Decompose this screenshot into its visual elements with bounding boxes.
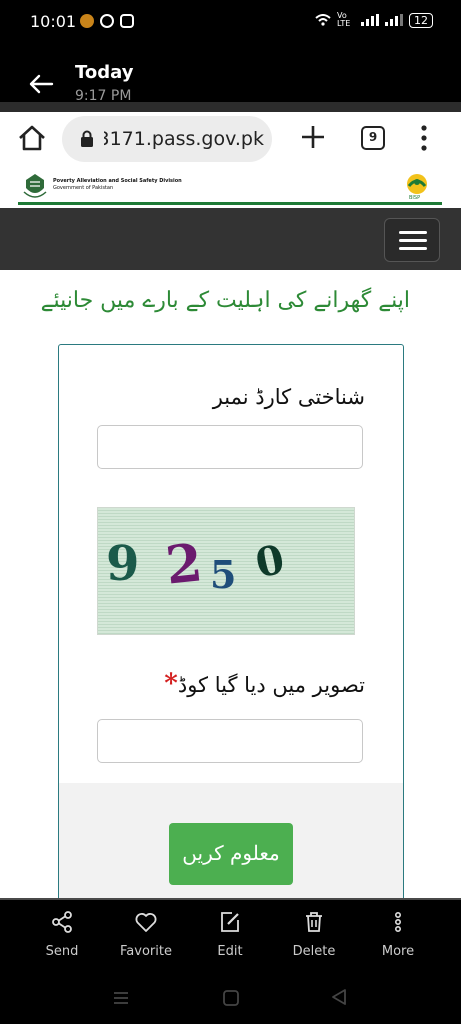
app-notification-icon bbox=[80, 14, 94, 28]
status-right: Vo LTE 12 bbox=[315, 12, 433, 28]
more-action[interactable]: More bbox=[358, 910, 438, 959]
captcha-input[interactable] bbox=[97, 719, 363, 763]
header-divider bbox=[18, 202, 442, 205]
tab-count-button[interactable]: 9 bbox=[361, 126, 385, 150]
system-navigation bbox=[0, 980, 461, 1024]
captcha-label: تصویر میں دیا گیا کوڈ* bbox=[164, 669, 365, 699]
hamburger-line bbox=[399, 239, 427, 242]
captcha-digit: 0 bbox=[251, 535, 289, 588]
status-bar: 10:01 Vo LTE 12 bbox=[0, 0, 461, 46]
captcha-digit: 5 bbox=[210, 552, 237, 597]
instagram-icon bbox=[120, 14, 134, 28]
signal-icon bbox=[361, 14, 379, 26]
header-title: Today bbox=[75, 62, 134, 83]
overflow-menu-icon[interactable] bbox=[418, 124, 430, 152]
new-tab-icon[interactable] bbox=[300, 124, 326, 150]
cnic-label: شناختی کارڈ نمبر bbox=[212, 385, 365, 409]
gov-subtitle: Government of Pakistan bbox=[53, 185, 114, 191]
site-navbar bbox=[0, 208, 461, 270]
signal-icon-2 bbox=[385, 14, 403, 26]
captcha-image: 9 2 5 0 bbox=[97, 507, 355, 635]
bisp-caption: BISP bbox=[409, 195, 421, 201]
send-action[interactable]: Send bbox=[22, 910, 102, 959]
back-arrow-icon[interactable] bbox=[28, 72, 54, 96]
hamburger-line bbox=[399, 231, 427, 234]
status-time: 10:01 bbox=[30, 12, 77, 31]
screenshot-viewer: 3171.pass.gov.pk 9 Poverty Alleviation a… bbox=[0, 102, 461, 922]
favorite-label: Favorite bbox=[120, 944, 172, 959]
heart-icon bbox=[135, 913, 157, 932]
more-label: More bbox=[381, 944, 415, 959]
edit-icon bbox=[221, 912, 239, 932]
site-header: Poverty Alleviation and Social Safety Di… bbox=[0, 168, 461, 206]
screen: 10:01 Vo LTE 12 Today 9:17 PM 3171.pass.… bbox=[0, 0, 461, 1024]
share-icon bbox=[52, 911, 72, 933]
cnic-input[interactable] bbox=[97, 425, 363, 469]
page-heading: اپنے گھرانے کی اہلیت کے بارے میں جانیئے bbox=[40, 288, 410, 313]
messenger-icon bbox=[100, 14, 114, 28]
more-icon bbox=[395, 911, 402, 932]
captcha-digit: 9 bbox=[106, 536, 140, 592]
app-header: Today 9:17 PM bbox=[0, 46, 461, 104]
wifi-icon bbox=[315, 14, 331, 26]
edit-action[interactable]: Edit bbox=[190, 910, 270, 959]
home-icon[interactable] bbox=[17, 124, 47, 152]
browser-toolbar: 3171.pass.gov.pk 9 bbox=[0, 112, 461, 168]
notification-icons bbox=[80, 14, 134, 28]
back-nav-icon[interactable] bbox=[330, 988, 348, 1006]
url-text: 3171.pass.gov.pk bbox=[104, 128, 264, 150]
captcha-label-text: تصویر میں دیا گیا کوڈ bbox=[177, 673, 365, 697]
gov-title: Poverty Alleviation and Social Safety Di… bbox=[53, 178, 182, 184]
delete-label: Delete bbox=[292, 944, 336, 959]
battery-icon: 12 bbox=[409, 12, 433, 28]
send-label: Send bbox=[45, 944, 79, 959]
submit-button[interactable]: معلوم کریں bbox=[169, 823, 293, 885]
required-mark: * bbox=[164, 669, 178, 699]
recent-apps-icon[interactable] bbox=[112, 990, 130, 1006]
favorite-action[interactable]: Favorite bbox=[106, 910, 186, 959]
eligibility-form: شناختی کارڈ نمبر 9 2 5 0 تصویر میں دیا گ… bbox=[58, 344, 404, 912]
action-bar: Send Favorite Edit Delete More bbox=[0, 900, 461, 980]
hamburger-menu-button[interactable] bbox=[384, 218, 440, 262]
government-emblem-icon bbox=[23, 174, 47, 198]
lock-icon bbox=[81, 130, 93, 147]
delete-action[interactable]: Delete bbox=[274, 910, 354, 959]
captcha-digit: 2 bbox=[162, 532, 206, 597]
edit-label: Edit bbox=[217, 944, 243, 959]
volte-label: Vo LTE bbox=[337, 11, 351, 28]
hamburger-line bbox=[399, 247, 427, 250]
url-bar[interactable]: 3171.pass.gov.pk bbox=[62, 116, 272, 162]
trash-icon bbox=[306, 912, 322, 932]
home-nav-icon[interactable] bbox=[222, 989, 240, 1007]
